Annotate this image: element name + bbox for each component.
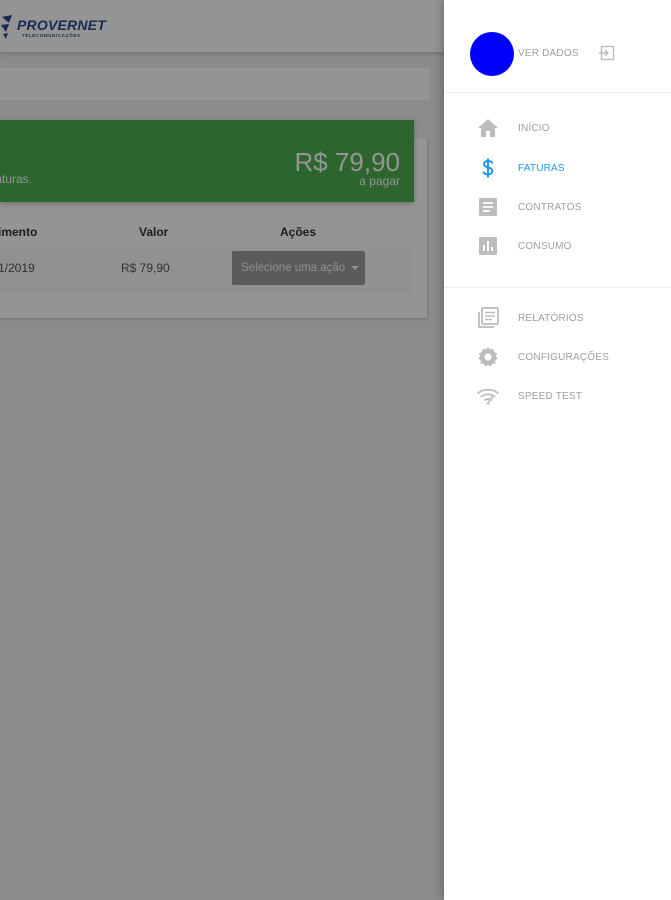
nav-label-contratos: CONTRATOS — [518, 202, 582, 213]
home-icon — [478, 119, 498, 137]
reports-icon — [478, 307, 499, 328]
nav-label-inicio: INÍCIO — [518, 123, 550, 134]
nav-label-configuracoes: CONFIGURAÇÕES — [518, 352, 609, 363]
view-profile-link[interactable]: VER DADOS — [518, 48, 579, 59]
drawer-profile-header: VER DADOS — [444, 0, 671, 93]
nav-item-configuracoes[interactable]: CONFIGURAÇÕES — [444, 339, 671, 377]
nav-item-contratos[interactable]: CONTRATOS — [444, 189, 671, 227]
navigation-drawer: VER DADOS INÍCIO FATURAS CONTRATOS CONSU — [444, 0, 671, 900]
nav-label-speed-test: SPEED TEST — [518, 391, 583, 402]
nav-item-speed-test[interactable]: SPEED TEST — [444, 378, 671, 416]
nav-label-faturas: FATURAS — [518, 163, 565, 174]
nav-item-inicio[interactable]: INÍCIO — [444, 110, 671, 148]
nav-label-relatorios: RELATÓRIOS — [518, 313, 584, 324]
avatar[interactable] — [470, 32, 514, 76]
nav-item-faturas[interactable]: FATURAS — [444, 150, 671, 188]
nav-item-relatorios[interactable]: RELATÓRIOS — [444, 300, 671, 338]
logout-icon[interactable] — [598, 44, 616, 62]
nav-label-consumo: CONSUMO — [518, 241, 572, 252]
nav-item-consumo[interactable]: CONSUMO — [444, 228, 671, 266]
bar-chart-icon — [479, 237, 497, 255]
dollar-icon — [482, 158, 494, 178]
gear-icon — [478, 347, 498, 367]
drawer-divider — [444, 287, 671, 288]
wifi-icon — [476, 388, 500, 405]
document-icon — [479, 198, 497, 216]
